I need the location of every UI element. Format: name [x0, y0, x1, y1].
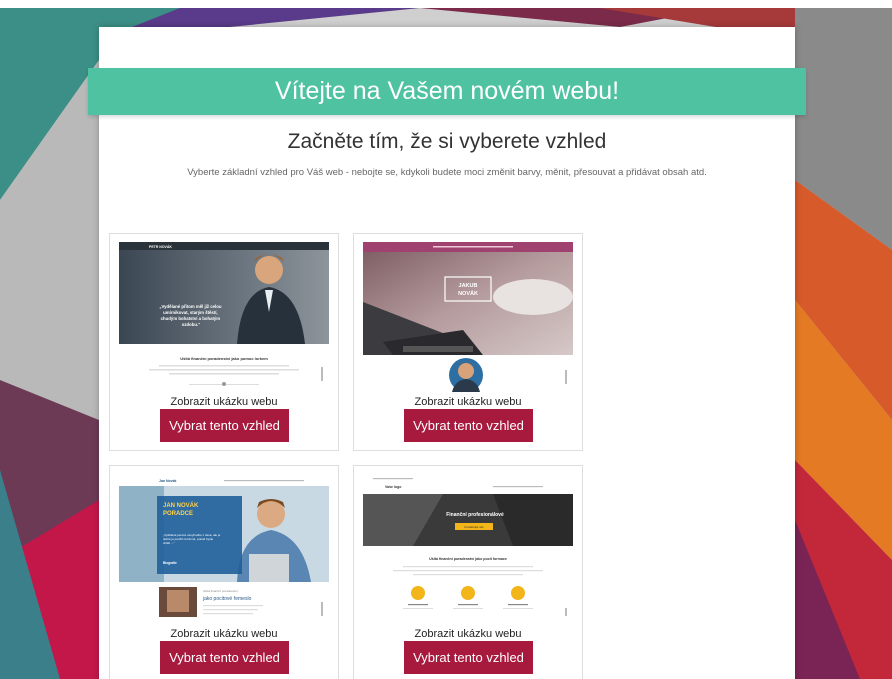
template-preview-4[interactable]: Vaše logo Finanční profesionálové Kontak… [363, 474, 573, 624]
view-demo-link-2[interactable]: Zobrazit ukázku webu [354, 396, 582, 408]
preview-3-signature: Biografie [163, 561, 177, 565]
preview-1-scrollbar [321, 367, 323, 381]
preview-3-brand: Jan Novák [159, 479, 177, 483]
view-demo-link-1[interactable]: Zobrazit ukázku webu [110, 396, 338, 408]
preview-4-hero-button: Kontaktujte nás [464, 525, 484, 529]
page-subtitle: Vyberte základní vzhled pro Váš web - ne… [187, 167, 707, 178]
template-card-3: Jan Novák JAN NOVÁK PORADCE „Vydělané pe… [109, 465, 339, 679]
template-card-4: Vaše logo Finanční profesionálové Kontak… [353, 465, 583, 679]
preview-3-name-1: JAN NOVÁK [163, 502, 199, 509]
select-template-button-1[interactable]: Vybrat tento vzhled [160, 409, 289, 442]
preview-3-scrollbar [321, 602, 323, 616]
template-preview-1[interactable]: PETR NOVÁK „Vydělané přitom měl již celo… [119, 242, 329, 392]
preview-4-scrollbar [565, 608, 567, 616]
welcome-title: Vítejte na Vašem novém webu! [274, 77, 620, 105]
window-top-strip [0, 0, 892, 8]
template-preview-2-image: JAKUB NOVÁK [363, 242, 573, 392]
preview-3-section-small: Ušitá finanční poradenství [203, 589, 238, 593]
template-preview-2[interactable]: JAKUB NOVÁK [363, 242, 573, 392]
preview-1-section-title: Ušitá finanční poradenství jako pomoc lo… [180, 356, 268, 361]
template-preview-4-image: Vaše logo Finanční profesionálové Kontak… [363, 474, 573, 624]
template-preview-3-image: Jan Novák JAN NOVÁK PORADCE „Vydělané pe… [119, 474, 329, 624]
template-card-1: PETR NOVÁK „Vydělané přitom měl již celo… [109, 233, 339, 451]
select-template-button-3[interactable]: Vybrat tento vzhled [160, 641, 289, 674]
preview-4-section-title: Ušitá finanční poradenství jako pocit fo… [429, 557, 507, 561]
preview-3-section-title: jako pocitové řemeslo [202, 596, 252, 602]
template-card-2: JAKUB NOVÁK Zobrazit ukázku webu Vybrat … [353, 233, 583, 451]
preview-2-hero-text-1: JAKUB [459, 283, 478, 289]
template-preview-3[interactable]: Jan Novák JAN NOVÁK PORADCE „Vydělané pe… [119, 474, 329, 624]
template-preview-1-image: PETR NOVÁK „Vydělané přitom měl již celo… [119, 242, 329, 386]
view-demo-link-3[interactable]: Zobrazit ukázku webu [110, 628, 338, 640]
select-template-button-4[interactable]: Vybrat tento vzhled [404, 641, 533, 674]
welcome-banner: Vítejte na Vašem novém webu! [88, 68, 806, 115]
view-demo-link-4[interactable]: Zobrazit ukázku webu [354, 628, 582, 640]
preview-2-hero-text-2: NOVÁK [458, 290, 478, 297]
page-title: Začněte tím, že si vyberete vzhled [287, 130, 607, 153]
preview-1-brand: PETR NOVÁK [149, 244, 172, 249]
preview-4-hero-title: Finanční profesionálové [446, 512, 504, 518]
preview-2-scrollbar [565, 370, 567, 384]
preview-3-name-2: PORADCE [163, 511, 193, 517]
select-template-button-2[interactable]: Vybrat tento vzhled [404, 409, 533, 442]
preview-4-brand: Vaše logo [385, 485, 401, 489]
